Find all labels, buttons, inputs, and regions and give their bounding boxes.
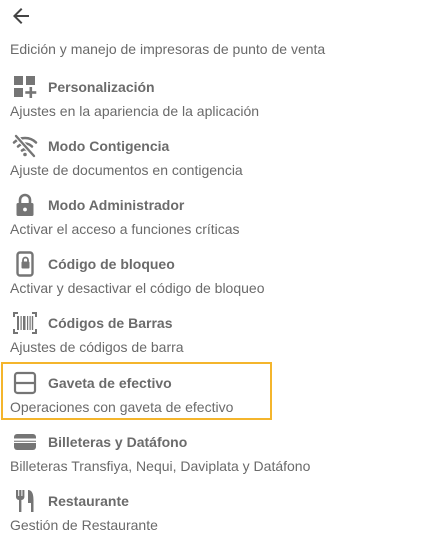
cash-drawer-icon (12, 370, 38, 396)
item-title: Códigos de Barras (48, 315, 173, 331)
settings-item-personalizacion[interactable]: Personalización Ajustes en la apariencia… (0, 70, 430, 122)
dashboard-add-icon (12, 74, 38, 100)
item-description: Ajustes de códigos de barra (10, 339, 184, 355)
wifi-off-icon (12, 133, 38, 159)
item-description: Billeteras Transfiya, Nequi, Daviplata y… (10, 458, 311, 474)
item-title: Restaurante (48, 493, 129, 509)
settings-item-gaveta-efectivo[interactable]: Gaveta de efectivo Operaciones con gavet… (1, 362, 272, 420)
item-description: Operaciones con gaveta de efectivo (10, 399, 234, 415)
wallet-icon (12, 429, 38, 455)
back-arrow-icon[interactable] (9, 4, 33, 28)
item-description: Gestión de Restaurante (10, 517, 158, 533)
item-title: Gaveta de efectivo (48, 375, 172, 391)
item-description: Ajustes en la apariencia de la aplicació… (10, 103, 260, 119)
item-title: Personalización (48, 79, 155, 95)
restaurant-icon (12, 488, 38, 514)
item-description: Ajuste de documentos en contigencia (10, 162, 243, 178)
phone-lock-icon (12, 251, 38, 277)
settings-item-codigos-barras[interactable]: Códigos de Barras Ajustes de códigos de … (0, 306, 430, 358)
item-title: Modo Administrador (48, 197, 185, 213)
item-title: Código de bloqueo (48, 256, 175, 272)
barcode-icon (12, 310, 38, 336)
settings-item-modo-administrador[interactable]: Modo Administrador Activar el acceso a f… (0, 188, 430, 240)
settings-item-codigo-bloqueo[interactable]: Código de bloqueo Activar y desactivar e… (0, 247, 430, 299)
item-description: Activar y desactivar el código de bloque… (10, 280, 265, 296)
item-title: Modo Contigencia (48, 138, 170, 154)
item-title: Billeteras y Datáfono (48, 434, 188, 450)
page-description: Edición y manejo de impresoras de punto … (10, 41, 326, 57)
item-description: Activar el acceso a funciones críticas (10, 221, 240, 237)
settings-item-billeteras[interactable]: Billeteras y Datáfono Billeteras Transfi… (0, 425, 430, 477)
lock-icon (12, 192, 38, 218)
settings-item-modo-contigencia[interactable]: Modo Contigencia Ajuste de documentos en… (0, 129, 430, 181)
settings-item-restaurante[interactable]: Restaurante Gestión de Restaurante (0, 484, 430, 536)
